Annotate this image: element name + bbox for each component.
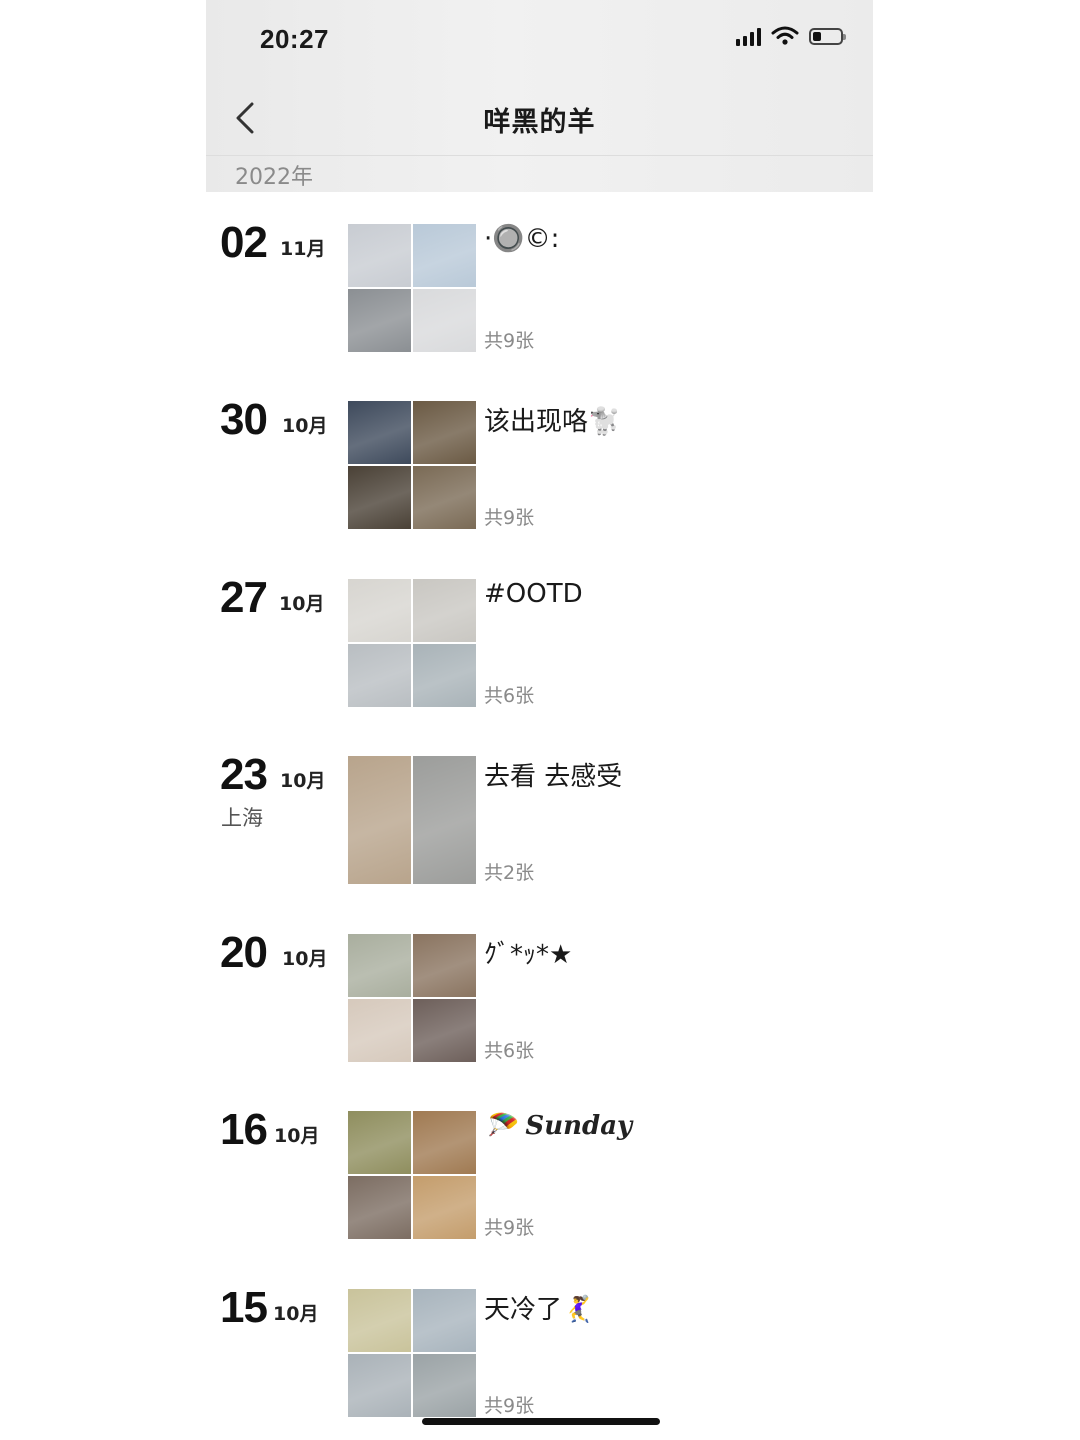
photo-thumbnail[interactable] [348,401,411,464]
photo-thumbnail[interactable] [413,466,476,529]
photo-count: 共6张 [484,1040,535,1062]
post-thumbnail-grid[interactable] [348,1111,476,1239]
post-item[interactable]: 16 10月 🪂 Sunday 共9张 [206,1105,873,1241]
post-day: 20 [220,928,268,977]
post-thumbnail-grid[interactable] [348,224,476,352]
photo-thumbnail[interactable] [348,1354,411,1417]
photo-thumbnail[interactable] [348,289,411,352]
photo-thumbnail[interactable] [413,579,476,642]
photo-thumbnail[interactable] [413,289,476,352]
cellular-signal-icon [736,26,761,46]
post-item[interactable]: 20 10月 ｸﾞ*ｯ*★ 共6张 [206,928,873,1064]
post-day: 27 [220,573,268,622]
post-month: 10月 [280,770,326,792]
battery-icon [809,27,846,45]
post-caption: ·🔘©: [484,224,560,254]
post-item[interactable]: 15 10月 天冷了🤾‍♀️ 共9张 [206,1283,873,1419]
post-day: 23 [220,750,268,799]
post-day: 15 [220,1283,268,1332]
post-month: 10月 [273,1303,319,1325]
header-area: 20:27 咩黑的羊 2022年 [206,0,873,192]
photo-thumbnail[interactable] [348,1289,411,1352]
post-item[interactable]: 27 10月 #OOTD 共6张 [206,573,873,709]
post-caption: ｸﾞ*ｯ*★ [484,940,573,970]
photo-thumbnail[interactable] [348,466,411,529]
post-caption: #OOTD [484,579,583,609]
post-day: 30 [220,395,268,444]
photo-thumbnail[interactable] [413,224,476,287]
post-month: 10月 [279,593,325,615]
photo-thumbnail[interactable] [413,1111,476,1174]
photo-thumbnail[interactable] [348,756,411,884]
photo-count: 共6张 [484,685,535,707]
photo-count: 共9张 [484,507,535,529]
status-icons [736,26,846,46]
post-thumbnail-grid[interactable] [348,934,476,1062]
photo-thumbnail[interactable] [413,401,476,464]
page-title: 咩黑的羊 [483,107,596,138]
post-location: 上海 [221,806,263,830]
photo-thumbnail[interactable] [413,1289,476,1352]
wifi-icon [771,26,799,45]
post-month: 11月 [280,238,326,260]
photo-thumbnail[interactable] [413,756,476,884]
post-thumbnail-grid[interactable] [348,756,476,884]
post-month: 10月 [274,1125,320,1147]
photo-count: 共9张 [484,1217,535,1239]
post-thumbnail-grid[interactable] [348,1289,476,1417]
photo-count: 共9张 [484,330,535,352]
phone-screen: 20:27 咩黑的羊 2022年 02 11月 ·🔘©: 共9张 30 10月 该出现咯🐩 共… [206,0,873,1440]
photo-thumbnail[interactable] [348,1111,411,1174]
post-caption: 去看 去感受 [484,762,623,792]
year-label: 2022年 [235,165,313,190]
photo-thumbnail[interactable] [348,934,411,997]
post-thumbnail-grid[interactable] [348,579,476,707]
photo-thumbnail[interactable] [348,644,411,707]
header-divider [206,155,873,156]
home-indicator[interactable] [422,1418,660,1425]
photo-count: 共2张 [484,862,535,884]
photo-count: 共9张 [484,1395,535,1417]
photo-thumbnail[interactable] [348,1176,411,1239]
photo-thumbnail[interactable] [413,1354,476,1417]
photo-thumbnail[interactable] [413,1176,476,1239]
photo-thumbnail[interactable] [413,644,476,707]
photo-thumbnail[interactable] [348,579,411,642]
post-item[interactable]: 02 11月 ·🔘©: 共9张 [206,218,873,354]
photo-thumbnail[interactable] [413,934,476,997]
post-month: 10月 [282,948,328,970]
post-caption: 天冷了🤾‍♀️ [484,1295,595,1325]
post-caption: 🪂 Sunday [484,1111,633,1141]
status-time: 20:27 [260,24,329,54]
post-month: 10月 [282,415,328,437]
photo-thumbnail[interactable] [348,224,411,287]
photo-thumbnail[interactable] [413,999,476,1062]
post-day: 16 [220,1105,268,1154]
post-item[interactable]: 23 10月 上海 去看 去感受共2张 [206,750,873,886]
post-day: 02 [220,218,268,267]
post-thumbnail-grid[interactable] [348,401,476,529]
photo-thumbnail[interactable] [348,999,411,1062]
post-caption: 该出现咯🐩 [484,407,621,437]
post-item[interactable]: 30 10月 该出现咯🐩 共9张 [206,395,873,531]
